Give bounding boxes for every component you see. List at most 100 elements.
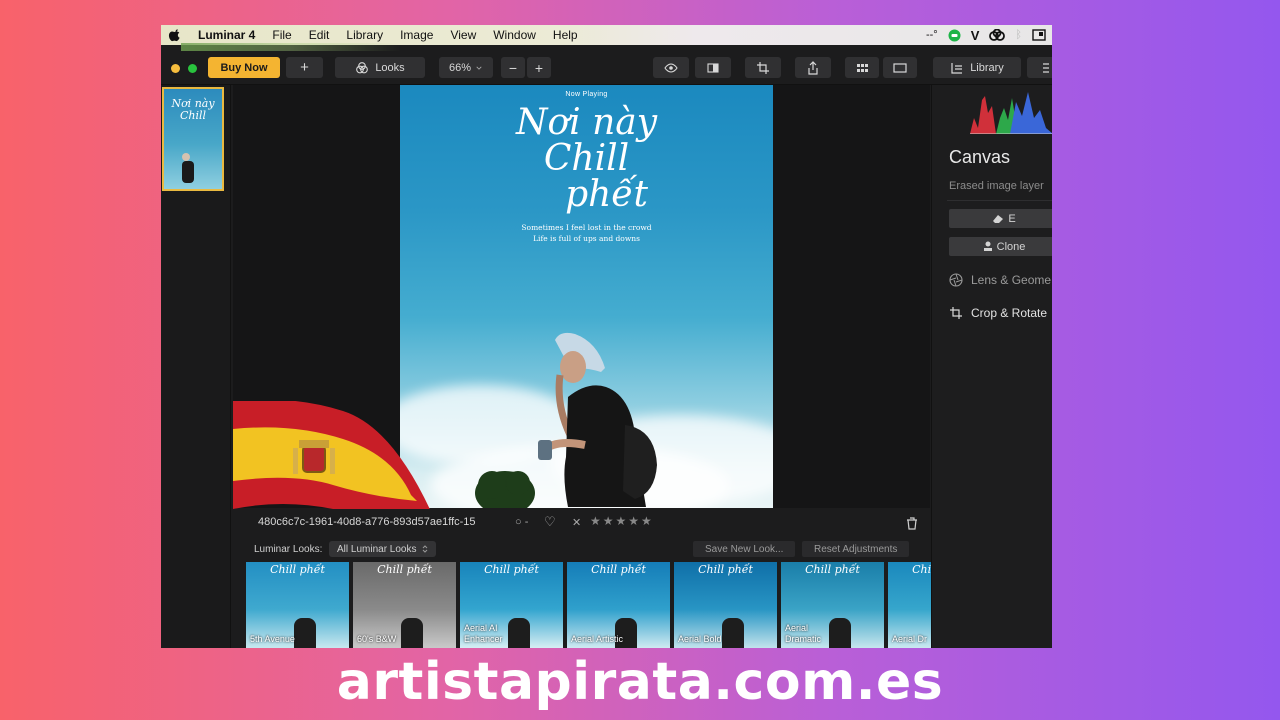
menu-library[interactable]: Library	[346, 28, 383, 42]
selected-photo-thumbnail[interactable]: Nơi này Chill	[162, 87, 224, 191]
look-thumbnail[interactable]: Chill phết 5th Avenue	[246, 562, 349, 648]
site-watermark: artistapirata.com.es	[336, 652, 944, 712]
preview-eye-button[interactable]	[653, 57, 689, 78]
looks-strip: Chill phết 5th Avenue Chill phết 60's B&…	[246, 562, 991, 648]
save-new-look-label: Save New Look...	[705, 543, 784, 555]
crop-tool-button[interactable]	[745, 57, 781, 78]
panel-divider	[947, 200, 1052, 201]
color-label-toggle[interactable]: ○ -	[515, 516, 528, 528]
star-rating[interactable]: ★★★★★	[590, 514, 654, 528]
menubar-status-area: --° V ᛒ	[926, 28, 1046, 43]
panel-menu-button[interactable]	[1027, 57, 1052, 78]
save-new-look-button[interactable]: Save New Look...	[693, 541, 796, 557]
look-thumbnail[interactable]: Chill phết Aerial Bold	[674, 562, 777, 648]
person-silhouette	[475, 332, 657, 508]
looks-button[interactable]: Looks	[335, 57, 425, 78]
clone-label: Clone	[996, 240, 1026, 253]
single-view-icon	[893, 62, 907, 73]
look-thumbnail[interactable]: Chill phết Aerial Artistic	[567, 562, 670, 648]
crop-rotate-tool[interactable]: Crop & Rotate	[949, 306, 1047, 320]
line-app-icon[interactable]	[948, 29, 961, 42]
compare-button[interactable]	[695, 57, 731, 78]
bluetooth-icon[interactable]: ᛒ	[1015, 29, 1022, 41]
look-mini-title: Chill phết	[591, 563, 646, 576]
photo-info-bar: 480c6c7c-1961-40d8-a776-893d57ae1ffc-15 …	[233, 509, 930, 539]
look-mini-title: Chill phết	[377, 563, 432, 576]
look-figure	[294, 618, 316, 648]
reject-icon[interactable]: ✕	[572, 516, 581, 529]
minimize-window-button[interactable]	[171, 64, 180, 73]
menu-app-name[interactable]: Luminar 4	[198, 28, 255, 42]
menu-help[interactable]: Help	[553, 28, 578, 42]
filmstrip: Nơi này Chill	[161, 85, 231, 648]
zoom-in-label: +	[534, 59, 544, 76]
share-icon	[808, 60, 818, 75]
menu-image[interactable]: Image	[400, 28, 433, 42]
single-view-button[interactable]	[883, 57, 917, 78]
menu-icon	[1043, 62, 1049, 73]
battery-status[interactable]: --°	[926, 29, 938, 41]
reset-adjustments-label: Reset Adjustments	[814, 543, 898, 555]
add-photos-button[interactable]: +	[286, 57, 323, 78]
library-label: Library	[970, 61, 1004, 74]
crop-icon	[757, 61, 769, 74]
look-mini-title: Chill phết	[805, 563, 860, 576]
erase-button[interactable]: E	[949, 209, 1052, 228]
look-figure	[722, 618, 744, 648]
menu-window[interactable]: Window	[493, 28, 536, 42]
histogram	[970, 92, 1052, 134]
look-name: 5th Avenue	[250, 634, 295, 644]
share-button[interactable]	[795, 57, 831, 78]
library-icon	[951, 62, 963, 74]
zoom-out-button[interactable]: −	[501, 57, 525, 78]
zoom-in-button[interactable]: +	[527, 57, 551, 78]
apple-icon[interactable]	[168, 28, 182, 42]
buy-now-button[interactable]: Buy Now	[208, 57, 280, 78]
eye-icon	[664, 62, 678, 73]
look-thumbnail[interactable]: Chill phết Aerial AI Enhancer	[460, 562, 563, 648]
creative-cloud-icon[interactable]	[989, 28, 1006, 42]
screen-mirror-icon[interactable]	[1032, 29, 1046, 41]
look-thumbnail[interactable]: Chill phết Aerial Dramatic	[781, 562, 884, 648]
chevron-up-down-icon	[423, 545, 428, 553]
chevron-down-icon	[476, 66, 482, 70]
edited-photo[interactable]: Now Playing Nơi này Chill phết Sometimes…	[400, 85, 773, 508]
favorite-heart-icon[interactable]: ♡	[544, 514, 556, 530]
menu-edit[interactable]: Edit	[309, 28, 330, 42]
look-thumbnail[interactable]: Chill phết 60's B&W	[353, 562, 456, 648]
looks-icon	[356, 61, 369, 73]
looks-label-text: Luminar Looks:	[254, 544, 323, 555]
look-mini-title: Chill phết	[270, 563, 325, 576]
clone-button[interactable]: Clone	[949, 237, 1052, 256]
v-app-icon[interactable]: V	[971, 28, 980, 43]
trash-icon[interactable]	[905, 516, 919, 530]
look-mini-title: Chill phết	[698, 563, 753, 576]
zoom-value: 66%	[448, 61, 472, 74]
eraser-icon	[993, 214, 1004, 223]
library-button[interactable]: Library	[933, 57, 1021, 78]
looks-category-select[interactable]: All Luminar Looks	[329, 541, 437, 557]
compare-icon	[707, 62, 719, 73]
grid-view-button[interactable]	[845, 57, 879, 78]
menu-view[interactable]: View	[450, 28, 476, 42]
erase-label: E	[1008, 212, 1016, 225]
looks-category-value: All Luminar Looks	[337, 543, 417, 555]
aperture-icon	[949, 273, 963, 287]
lens-geometry-tool[interactable]: Lens & Geome	[949, 273, 1051, 287]
look-name: Aerial Dramatic	[785, 623, 822, 644]
look-mini-title: Chill phết	[484, 563, 539, 576]
look-name: 60's B&W	[357, 634, 397, 644]
look-name: Aerial Artistic	[571, 634, 624, 644]
look-name: Aerial AI Enhancer	[464, 623, 503, 644]
looks-label: Looks	[375, 61, 405, 74]
look-figure	[401, 618, 423, 648]
zoom-window-button[interactable]	[188, 64, 197, 73]
add-photos-label: +	[300, 59, 309, 76]
zoom-select[interactable]: 66%	[439, 57, 493, 78]
image-canvas[interactable]: Now Playing Nơi này Chill phết Sometimes…	[233, 85, 930, 523]
buy-now-label: Buy Now	[220, 61, 268, 74]
panel-description: Erased image layer	[949, 180, 1044, 192]
menu-file[interactable]: File	[272, 28, 291, 42]
tools-panel: Canvas Erased image layer E Clone Lens &…	[931, 85, 1052, 648]
reset-adjustments-button[interactable]: Reset Adjustments	[802, 541, 910, 557]
